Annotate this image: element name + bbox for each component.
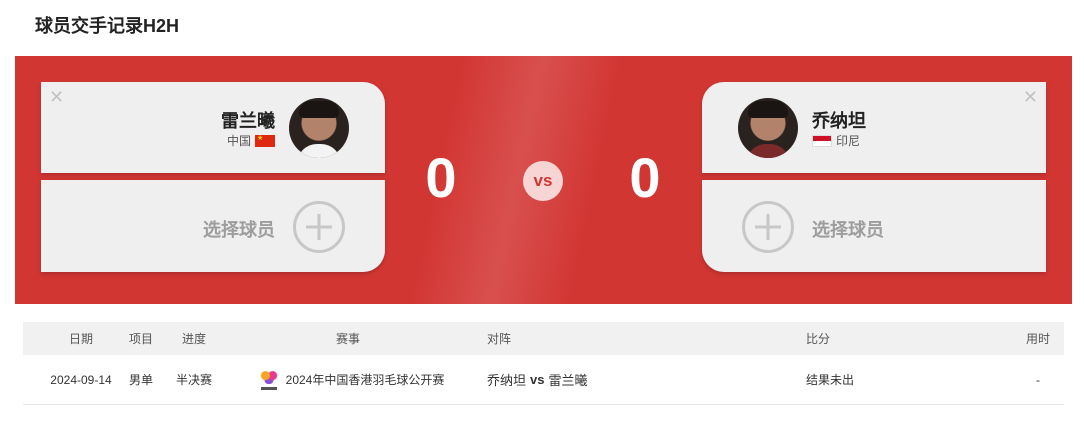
table-header-row: 日期 项目 进度 赛事 对阵 比分 用时	[23, 322, 1064, 355]
row-event: 男单	[128, 373, 153, 387]
row-vs: vs	[530, 372, 545, 387]
header-round: 进度	[181, 332, 206, 346]
remove-left-player-icon[interactable]: ✕	[49, 88, 64, 106]
right-player-card[interactable]: ✕ 乔纳坦 印尼	[702, 82, 1046, 173]
header-event: 项目	[128, 332, 153, 346]
table-row[interactable]: 2024-09-14 男单 半决赛 2024年中国香港羽毛球公开赛 乔纳坦 vs…	[23, 355, 1064, 405]
right-player-score: 0	[629, 146, 661, 209]
row-player-b[interactable]: 雷兰曦	[548, 370, 587, 389]
left-player-country: 中国	[227, 132, 275, 149]
indonesia-flag-icon	[812, 134, 832, 147]
right-player-country: 印尼	[812, 132, 860, 149]
right-select-player-label[interactable]: 选择球员	[812, 216, 884, 242]
left-player-country-label: 中国	[226, 134, 251, 148]
right-player-avatar	[738, 98, 798, 158]
header-date: 日期	[68, 332, 93, 346]
left-add-player-plus-icon[interactable]	[293, 201, 345, 253]
h2h-banner: ✕ 雷兰曦 中国 选择球员 0 vs 0 ✕ 乔纳坦 印尼 选择球员	[15, 56, 1072, 304]
vs-badge: vs	[523, 161, 563, 201]
header-tournament: 赛事	[335, 332, 360, 346]
row-date: 2024-09-14	[50, 372, 112, 387]
header-duration: 用时	[1025, 332, 1050, 346]
row-tournament-name[interactable]: 2024年中国香港羽毛球公开赛	[286, 371, 445, 388]
header-matchup: 对阵	[487, 332, 512, 346]
left-player-avatar	[289, 98, 349, 158]
left-player-score: 0	[425, 146, 457, 209]
left-player-card[interactable]: ✕ 雷兰曦 中国	[41, 82, 385, 173]
left-player-name: 雷兰曦	[221, 111, 275, 131]
page-title: 球员交手记录H2H	[35, 16, 180, 36]
tournament-logo-icon	[258, 369, 280, 391]
china-flag-icon	[255, 133, 275, 147]
row-duration: -	[1036, 372, 1040, 387]
row-player-a[interactable]: 乔纳坦	[487, 370, 526, 389]
left-select-player-card[interactable]: 选择球员	[41, 180, 385, 272]
remove-right-player-icon[interactable]: ✕	[1023, 88, 1038, 106]
row-round: 半决赛	[175, 373, 212, 387]
right-player-name: 乔纳坦	[812, 111, 866, 131]
h2h-records-table: 日期 项目 进度 赛事 对阵 比分 用时 2024-09-14 男单 半决赛 2…	[23, 322, 1064, 405]
row-matchup: 乔纳坦 vs 雷兰曦	[487, 355, 687, 404]
row-tournament[interactable]: 2024年中国香港羽毛球公开赛	[227, 355, 475, 404]
right-add-player-plus-icon[interactable]	[742, 201, 794, 253]
right-player-country-label: 印尼	[836, 134, 861, 148]
row-score: 结果未出	[806, 373, 855, 387]
left-select-player-label[interactable]: 选择球员	[203, 216, 275, 242]
header-score: 比分	[806, 332, 831, 346]
right-select-player-card[interactable]: 选择球员	[702, 180, 1046, 272]
